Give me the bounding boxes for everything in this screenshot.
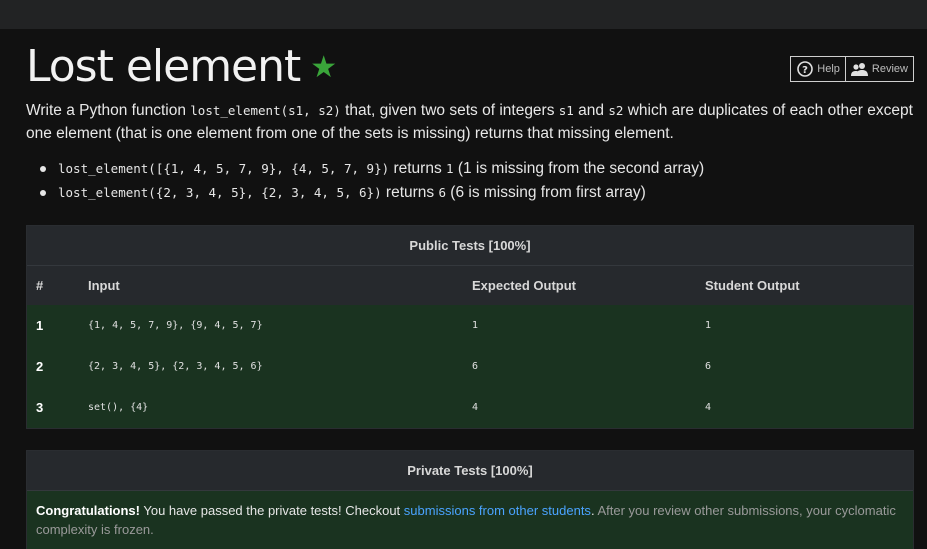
row-number: 3 [36, 400, 44, 415]
svg-text:?: ? [802, 65, 808, 76]
private-tests-heading: Private Tests [100%] [27, 451, 913, 491]
col-header-input: Input [88, 278, 120, 293]
private-tests-message: Congratulations! You have passed the pri… [27, 491, 913, 549]
table-row: 3 set(), {4} 4 4 [27, 387, 913, 428]
param-s1: s1 [558, 103, 574, 118]
col-header-number: # [36, 278, 44, 293]
page-title-text: Lost element [26, 41, 301, 92]
example-value: 6 [438, 185, 446, 200]
row-input: {2, 3, 4, 5}, {2, 3, 4, 5, 6} [88, 361, 263, 372]
desc-text: and [573, 102, 609, 119]
example-returns: returns [389, 160, 446, 177]
example-returns: returns [381, 184, 439, 201]
users-icon [851, 60, 869, 78]
problem-container: Lost element ★ ? Help Review Write a Pyth… [26, 29, 914, 549]
page-title: Lost element ★ [26, 39, 337, 96]
congrats-text: Congratulations! [36, 503, 140, 518]
row-student: 6 [705, 361, 712, 372]
row-expected: 4 [472, 402, 479, 413]
row-student: 1 [705, 320, 712, 331]
examples-list: lost_element([{1, 4, 5, 7, 9}, {4, 5, 7,… [26, 157, 914, 205]
star-icon[interactable]: ★ [310, 50, 337, 85]
example-code: lost_element([{1, 4, 5, 7, 9}, {4, 5, 7,… [58, 161, 390, 176]
row-number: 2 [36, 359, 44, 374]
public-tests-header-row: # Input Expected Output Student Output [27, 266, 913, 305]
table-row: 2 {2, 3, 4, 5}, {2, 3, 4, 5, 6} 6 6 [27, 346, 913, 387]
top-nav-bar [0, 0, 927, 29]
row-expected: 6 [472, 361, 479, 372]
problem-description: Write a Python function lost_element(s1,… [26, 99, 914, 145]
review-button-label: Review [871, 63, 908, 75]
col-header-student: Student Output [705, 278, 800, 293]
row-input: {1, 4, 5, 7, 9}, {9, 4, 5, 7} [88, 320, 263, 331]
example-item: lost_element([{1, 4, 5, 7, 9}, {4, 5, 7,… [40, 157, 914, 181]
example-item: lost_element({2, 3, 4, 5}, {2, 3, 4, 5, … [40, 181, 914, 205]
example-code: lost_element({2, 3, 4, 5}, {2, 3, 4, 5, … [58, 185, 382, 200]
row-expected: 1 [472, 320, 479, 331]
example-value: 1 [446, 161, 454, 176]
question-circle-icon: ? [796, 60, 814, 78]
row-student: 4 [705, 402, 712, 413]
desc-text: that, given two sets of integers [340, 102, 559, 119]
review-button[interactable]: Review [845, 56, 914, 82]
row-input: set(), {4} [88, 402, 149, 413]
public-tests-heading: Public Tests [100%] [27, 226, 913, 266]
public-tests-panel: Public Tests [100%] # Input Expected Out… [26, 225, 914, 429]
function-signature: lost_element(s1, s2) [190, 103, 341, 118]
private-tests-panel: Private Tests [100%] Congratulations! Yo… [26, 450, 914, 549]
table-row: 1 {1, 4, 5, 7, 9}, {9, 4, 5, 7} 1 1 [27, 305, 913, 346]
other-submissions-link[interactable]: submissions from other students [404, 503, 591, 518]
private-message-text: You have passed the private tests! Check… [140, 503, 404, 518]
row-number: 1 [36, 318, 44, 333]
help-button-label: Help [817, 63, 840, 75]
example-note: (6 is missing from first array) [446, 184, 646, 201]
help-button[interactable]: ? Help [790, 56, 846, 82]
param-s2: s2 [608, 103, 624, 118]
col-header-expected: Expected Output [472, 278, 577, 293]
title-row: Lost element ★ ? Help Review [26, 29, 914, 99]
desc-text: Write a Python function [26, 102, 191, 119]
header-button-group: ? Help Review [790, 56, 914, 82]
example-note: (1 is missing from the second array) [453, 160, 705, 177]
